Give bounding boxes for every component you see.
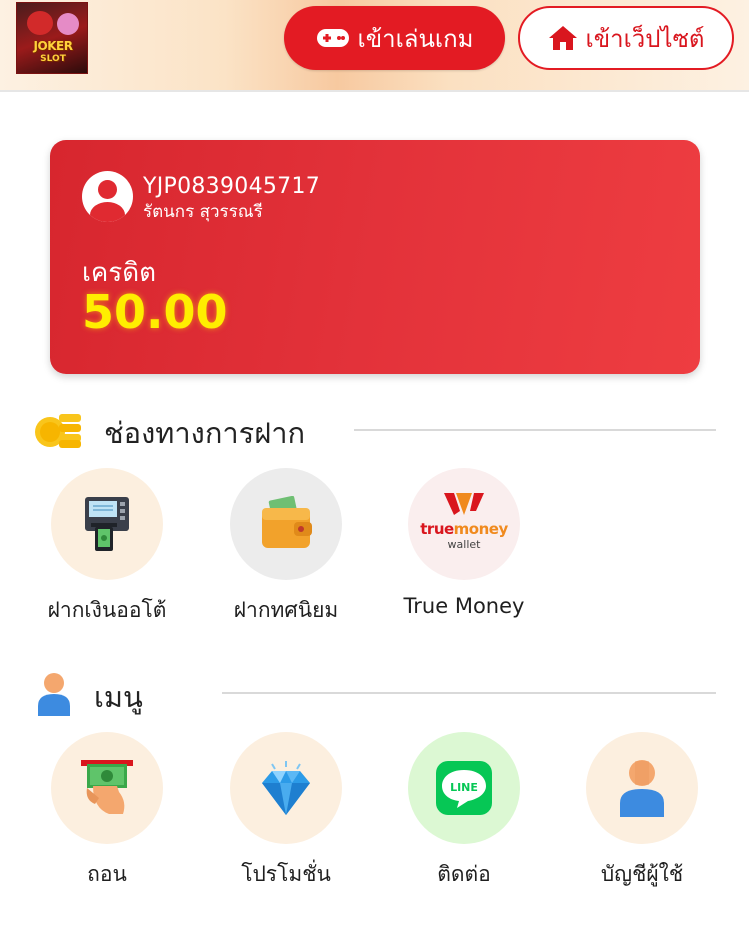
wallet-icon bbox=[230, 468, 342, 580]
contact-label: ติดต่อ bbox=[437, 862, 491, 886]
enter-website-button[interactable]: เข้าเว็ปไซต์ bbox=[518, 6, 734, 70]
joker-slot-logo[interactable]: JOKER SLOT bbox=[16, 2, 88, 74]
username: YJP0839045717 bbox=[143, 174, 321, 199]
section-divider bbox=[222, 692, 716, 694]
user-section-icon bbox=[38, 673, 70, 716]
withdraw-label: ถอน bbox=[87, 862, 127, 886]
home-icon bbox=[548, 26, 577, 50]
enter-website-label: เข้าเว็ปไซต์ bbox=[585, 24, 705, 53]
play-game-button[interactable]: เข้าเล่นเกม bbox=[284, 6, 505, 70]
logo-bird-graphic bbox=[27, 11, 53, 35]
main-content: YJP0839045717 รัตนกร สุวรรณรี เครดิต 50.… bbox=[0, 94, 749, 944]
deposit-truemoney-tile[interactable]: truemoney wallet True Money bbox=[389, 468, 539, 618]
truemoney-brand-wallet: wallet bbox=[447, 538, 481, 551]
truemoney-brand-money: money bbox=[453, 520, 509, 538]
deposit-section-title: ช่องทางการฝาก bbox=[104, 416, 306, 450]
deposit-decimal-tile[interactable]: ฝากทศนิยม bbox=[211, 468, 361, 627]
atm-icon bbox=[51, 468, 163, 580]
contact-tile[interactable]: LINE ติดต่อ bbox=[389, 732, 539, 891]
account-label: บัญชีผู้ใช้ bbox=[600, 862, 684, 886]
user-account-icon bbox=[586, 732, 698, 844]
gamepad-icon bbox=[316, 29, 349, 47]
deposit-auto-tile[interactable]: ฝากเงินออโต้ bbox=[32, 468, 182, 627]
deposit-decimal-label: ฝากทศนิยม bbox=[233, 598, 339, 622]
coins-icon bbox=[35, 414, 81, 448]
section-divider bbox=[354, 429, 716, 431]
diamond-icon bbox=[230, 732, 342, 844]
logo-text: JOKER bbox=[33, 39, 73, 53]
line-icon: LINE bbox=[408, 732, 520, 844]
credit-card: YJP0839045717 รัตนกร สุวรรณรี เครดิต 50.… bbox=[50, 140, 700, 374]
line-logo-text: LINE bbox=[450, 781, 478, 794]
deposit-truemoney-label: True Money bbox=[403, 594, 525, 618]
deposit-auto-label: ฝากเงินออโต้ bbox=[47, 598, 167, 622]
credit-balance: 50.00 bbox=[82, 285, 228, 339]
truemoney-brand-true: true bbox=[420, 520, 454, 538]
logo-pig-graphic bbox=[57, 13, 79, 35]
top-header: JOKER SLOT เข้าเล่นเกม เข้าเว็ปไซต์ bbox=[0, 0, 749, 92]
withdraw-tile[interactable]: ถอน bbox=[32, 732, 182, 891]
menu-section-title: เมนู bbox=[94, 680, 143, 714]
promotion-label: โปรโมชั่น bbox=[241, 862, 331, 886]
promotion-tile[interactable]: โปรโมชั่น bbox=[211, 732, 361, 891]
play-game-label: เข้าเล่นเกม bbox=[357, 24, 474, 53]
account-tile[interactable]: บัญชีผู้ใช้ bbox=[567, 732, 717, 891]
full-name: รัตนกร สุวรรณรี bbox=[143, 202, 263, 222]
avatar-icon bbox=[82, 171, 133, 222]
withdraw-cash-icon bbox=[51, 732, 163, 844]
logo-subtext: SLOT bbox=[40, 54, 66, 64]
truemoney-wallet-icon: truemoney wallet bbox=[408, 468, 520, 580]
